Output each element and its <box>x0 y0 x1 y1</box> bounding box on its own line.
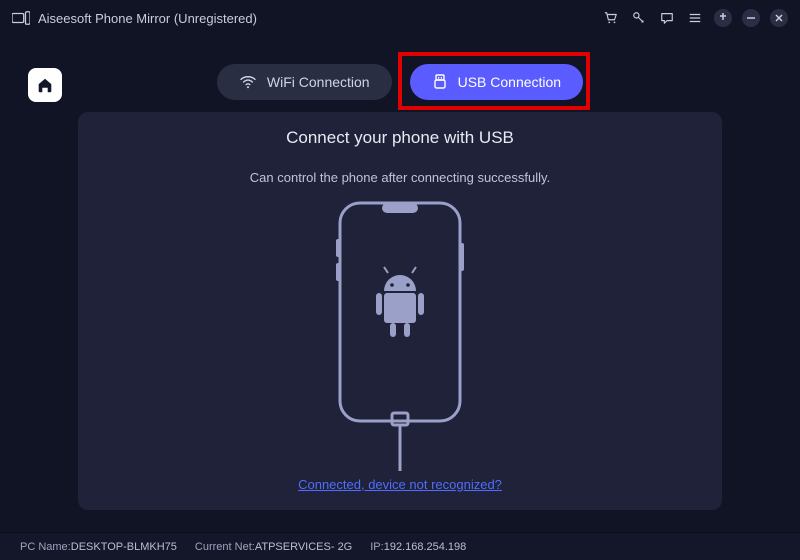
window-controls <box>602 9 788 27</box>
status-pc-name: PC Name:DESKTOP-BLMKH75 <box>20 541 177 553</box>
statusbar: PC Name:DESKTOP-BLMKH75 Current Net:ATPS… <box>0 532 800 560</box>
device-not-recognized-link[interactable]: Connected, device not recognized? <box>298 477 502 492</box>
panel-title: Connect your phone with USB <box>286 128 514 148</box>
feedback-icon[interactable] <box>658 9 676 27</box>
panel-subtitle: Can control the phone after connecting s… <box>250 170 550 185</box>
tab-wifi-label: WiFi Connection <box>267 74 370 90</box>
usb-icon <box>432 74 448 90</box>
tab-usb-connection[interactable]: USB Connection <box>410 64 584 100</box>
tab-wifi-connection[interactable]: WiFi Connection <box>217 64 392 100</box>
app-logo-icon <box>12 11 30 25</box>
key-icon[interactable] <box>630 9 648 27</box>
main-panel: Connect your phone with USB Can control … <box>78 112 722 510</box>
minimize-button[interactable] <box>742 9 760 27</box>
tab-usb-label: USB Connection <box>458 74 562 90</box>
phone-illustration <box>312 199 488 471</box>
app-title: Aiseesoft Phone Mirror (Unregistered) <box>38 11 257 26</box>
wifi-icon <box>239 75 257 89</box>
menu-icon[interactable] <box>686 9 704 27</box>
pin-icon[interactable] <box>714 9 732 27</box>
connection-tabs: WiFi Connection USB Connection <box>0 64 800 100</box>
status-current-net: Current Net:ATPSERVICES- 2G <box>195 541 352 553</box>
titlebar: Aiseesoft Phone Mirror (Unregistered) <box>0 0 800 36</box>
close-button[interactable] <box>770 9 788 27</box>
status-ip: IP:192.168.254.198 <box>370 541 466 553</box>
phone-usb-icon <box>312 199 488 471</box>
cart-icon[interactable] <box>602 9 620 27</box>
